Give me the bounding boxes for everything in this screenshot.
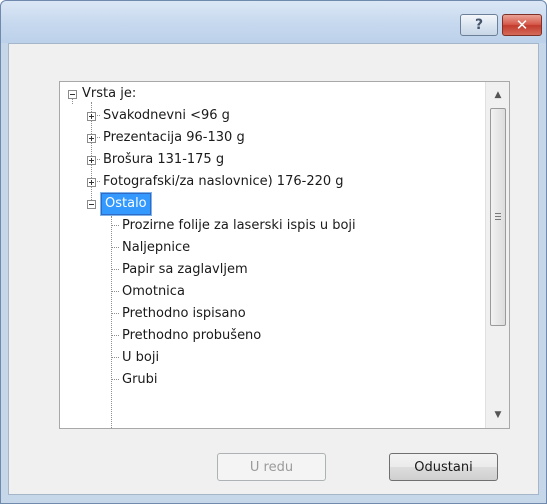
- screen: ? ✕ Vrsta je: Svakodnevni <96 g Prezenta…: [0, 0, 547, 504]
- cancel-button[interactable]: Odustani: [389, 453, 498, 481]
- arrow-down-icon[interactable]: ▼: [490, 407, 506, 423]
- tree-root-label: Vrsta je:: [82, 86, 137, 101]
- arrow-up-icon[interactable]: ▲: [490, 87, 506, 103]
- tree-connector: [112, 379, 119, 380]
- tree-connector: [112, 313, 119, 314]
- tree-leaf-label: Prozirne folije za laserski ispis u boji: [122, 218, 356, 233]
- tree-leaf-label: U boji: [122, 350, 160, 365]
- tree-viewport: Vrsta je: Svakodnevni <96 g Prezentacija…: [60, 82, 485, 428]
- expand-icon[interactable]: [87, 178, 96, 187]
- tree-connector: [112, 247, 119, 248]
- tree-connector: [112, 357, 119, 358]
- tree-connector: [112, 291, 119, 292]
- grip-line: [495, 216, 501, 217]
- tree-leaf-u-boji[interactable]: U boji: [122, 348, 159, 368]
- dialog-content: Vrsta je: Svakodnevni <96 g Prezentacija…: [8, 43, 539, 495]
- tree-leaf-label: Naljepnice: [122, 240, 191, 255]
- tree-leaf-papir-sa-zaglavljem[interactable]: Papir sa zaglavljem: [122, 260, 248, 280]
- help-button[interactable]: ?: [460, 14, 498, 36]
- tree-item-label: Prezentacija 96-130 g: [103, 130, 245, 145]
- grip-line: [495, 219, 501, 220]
- tree-leaf-label: Omotnica: [122, 284, 185, 299]
- cancel-button-label: Odustani: [414, 459, 473, 475]
- tree-scrollbar[interactable]: ▲ ▼: [485, 82, 509, 428]
- tree-leaf-label: Prethodno probušeno: [122, 328, 262, 343]
- tree-leaf-label: Prethodno ispisano: [122, 306, 246, 321]
- expand-icon[interactable]: [87, 134, 96, 143]
- close-icon: ✕: [515, 16, 529, 34]
- title-bar: ? ✕: [1, 1, 546, 43]
- collapse-icon[interactable]: [68, 90, 77, 99]
- ok-button-label: U redu: [249, 459, 294, 475]
- scrollbar-thumb[interactable]: [490, 108, 506, 326]
- tree-item-label: Svakodnevni <96 g: [103, 108, 230, 123]
- tree-connector: [112, 269, 119, 270]
- paper-type-dialog: ? ✕ Vrsta je: Svakodnevni <96 g Prezenta…: [0, 0, 547, 504]
- tree-leaf-naljepnice[interactable]: Naljepnice: [122, 238, 190, 258]
- tree-leaf-prethodno-ispisano[interactable]: Prethodno ispisano: [122, 304, 246, 324]
- expand-icon[interactable]: [87, 156, 96, 165]
- collapse-icon[interactable]: [87, 200, 96, 209]
- ok-button[interactable]: U redu: [217, 453, 326, 481]
- tree-connector: [112, 335, 119, 336]
- tree-item-label: Fotografski/za naslovnice) 176-220 g: [103, 174, 344, 189]
- tree-leaf-omotnica[interactable]: Omotnica: [122, 282, 185, 302]
- grip-line: [495, 213, 501, 214]
- tree-leaf-label: Grubi: [122, 372, 158, 387]
- paper-type-tree[interactable]: Vrsta je: Svakodnevni <96 g Prezentacija…: [59, 81, 510, 429]
- tree-connector: [112, 225, 119, 226]
- expand-icon[interactable]: [87, 112, 96, 121]
- tree-item-label-selected: Ostalo: [101, 193, 151, 215]
- close-button[interactable]: ✕: [502, 14, 542, 36]
- tree-leaf-prozirne-folije[interactable]: Prozirne folije za laserski ispis u boji: [122, 216, 356, 236]
- question-mark-icon: ?: [474, 17, 484, 33]
- tree-leaf-grubi[interactable]: Grubi: [122, 370, 158, 390]
- tree-leaf-label: Papir sa zaglavljem: [122, 262, 248, 277]
- tree-leaf-prethodno-probuseno[interactable]: Prethodno probušeno: [122, 326, 261, 346]
- tree-item-label: Brošura 131-175 g: [103, 152, 225, 167]
